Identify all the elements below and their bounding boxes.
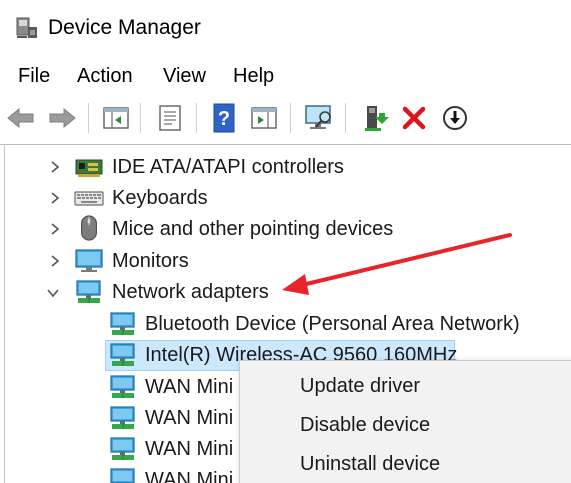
uninstall-button[interactable] bbox=[398, 101, 430, 135]
uninstall-icon bbox=[402, 106, 426, 130]
device-manager-window: Device Manager File Action View Help ? I… bbox=[0, 0, 571, 483]
toolbar-separator bbox=[88, 103, 89, 133]
menu-view[interactable]: View bbox=[163, 65, 206, 88]
context-disable-device[interactable]: Disable device bbox=[300, 414, 430, 437]
show-hide-console-tree-icon bbox=[103, 107, 129, 129]
scan-hardware-icon bbox=[305, 105, 331, 129]
context-update-driver[interactable]: Update driver bbox=[300, 375, 420, 398]
help-button[interactable]: ? bbox=[208, 101, 240, 135]
tree-node-label: Monitors bbox=[112, 250, 189, 272]
forward-icon bbox=[49, 107, 76, 129]
action-pane-button[interactable] bbox=[248, 101, 280, 135]
scan-hardware-button[interactable] bbox=[303, 101, 335, 135]
toolbar-separator bbox=[196, 103, 197, 133]
tree-node-label: WAN Mini bbox=[145, 469, 234, 483]
tree-node-network-adapters[interactable]: Network adapters bbox=[0, 277, 571, 307]
action-pane-icon bbox=[251, 107, 277, 129]
context-uninstall-device[interactable]: Uninstall device bbox=[300, 453, 440, 476]
properties-button[interactable] bbox=[154, 101, 186, 135]
update-driver-button[interactable] bbox=[359, 101, 391, 135]
tree-node-ide-controllers[interactable]: IDE ATA/ATAPI controllers bbox=[0, 152, 571, 182]
monitor-icon bbox=[75, 249, 103, 272]
expand-chevron-icon[interactable] bbox=[48, 222, 62, 236]
tree-node-label: WAN Mini bbox=[145, 376, 234, 398]
tree-node-monitors[interactable]: Monitors bbox=[0, 246, 571, 276]
network-adapter-icon bbox=[110, 343, 135, 366]
toolbar-separator bbox=[140, 103, 141, 133]
menu-action[interactable]: Action bbox=[77, 65, 133, 88]
menu-bar: File Action View Help bbox=[0, 60, 571, 94]
network-adapter-icon bbox=[76, 280, 101, 303]
expand-chevron-icon[interactable] bbox=[48, 191, 62, 205]
collapse-chevron-icon[interactable] bbox=[46, 286, 60, 300]
tree-node-mice[interactable]: Mice and other pointing devices bbox=[0, 214, 571, 244]
context-menu: Update driver Disable device Uninstall d… bbox=[239, 360, 571, 483]
tree-node-label: Keyboards bbox=[112, 187, 208, 209]
tree-node-label: WAN Mini bbox=[145, 438, 234, 460]
toolbar: ? bbox=[0, 97, 571, 139]
ide-controller-icon bbox=[75, 159, 103, 177]
tree-node-label: IDE ATA/ATAPI controllers bbox=[112, 156, 344, 178]
network-adapter-icon bbox=[110, 406, 135, 429]
menu-help[interactable]: Help bbox=[233, 65, 274, 88]
tree-node-label: Mice and other pointing devices bbox=[112, 218, 394, 240]
back-button[interactable] bbox=[5, 101, 37, 135]
back-icon bbox=[7, 107, 34, 129]
window-title: Device Manager bbox=[48, 16, 201, 39]
toolbar-separator bbox=[345, 103, 346, 133]
tree-child-bluetooth-pan[interactable]: Bluetooth Device (Personal Area Network) bbox=[0, 309, 571, 339]
device-manager-icon bbox=[16, 17, 37, 38]
update-driver-icon bbox=[365, 106, 389, 131]
expand-chevron-icon[interactable] bbox=[48, 160, 62, 174]
svg-text:?: ? bbox=[218, 108, 230, 130]
mouse-icon bbox=[81, 215, 97, 241]
title-bar: Device Manager bbox=[0, 0, 571, 58]
network-adapter-icon bbox=[110, 437, 135, 460]
help-icon: ? bbox=[213, 103, 235, 133]
expand-chevron-icon[interactable] bbox=[48, 254, 62, 268]
disable-button[interactable] bbox=[439, 101, 471, 135]
keyboard-icon bbox=[74, 191, 104, 206]
tree-node-label: Bluetooth Device (Personal Area Network) bbox=[145, 313, 520, 335]
network-adapter-icon bbox=[110, 468, 135, 483]
disable-icon bbox=[443, 106, 467, 130]
tree-node-label: Network adapters bbox=[112, 281, 269, 303]
toolbar-separator bbox=[290, 103, 291, 133]
show-hide-console-tree-button[interactable] bbox=[100, 101, 132, 135]
forward-button[interactable] bbox=[46, 101, 78, 135]
tree-node-label: WAN Mini bbox=[145, 407, 234, 429]
network-adapter-icon bbox=[110, 312, 135, 335]
network-adapter-icon bbox=[110, 375, 135, 398]
properties-icon bbox=[159, 105, 181, 131]
tree-node-keyboards[interactable]: Keyboards bbox=[0, 183, 571, 213]
menu-file[interactable]: File bbox=[18, 65, 50, 88]
